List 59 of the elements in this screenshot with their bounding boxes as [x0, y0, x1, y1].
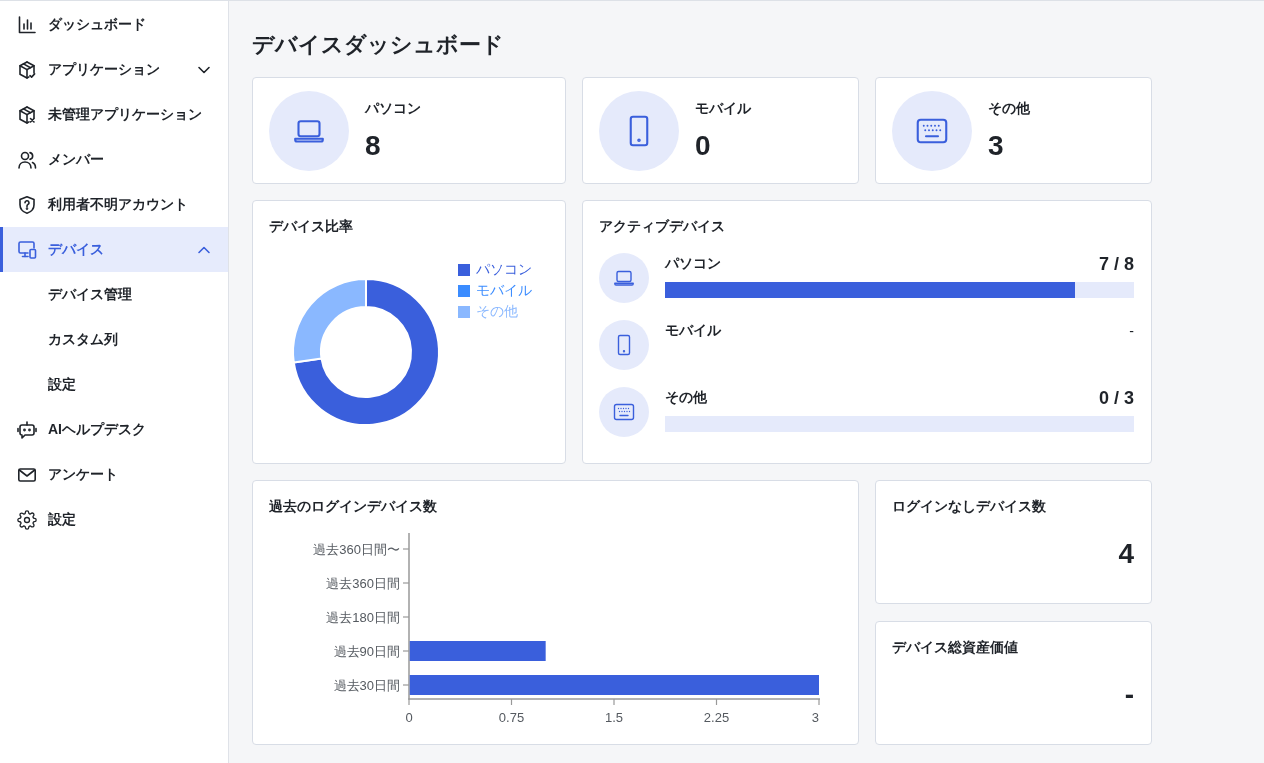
device-label: パソコン: [665, 255, 721, 273]
sidebar-subitem[interactable]: 設定: [0, 362, 228, 407]
tick-label: 2.25: [703, 709, 730, 725]
device-label: モバイル: [665, 322, 721, 340]
sidebar-item[interactable]: アンケート: [0, 452, 228, 497]
card-value: 3: [988, 129, 1005, 163]
tick-label: 3: [811, 709, 819, 725]
page-title: デバイスダッシュボード: [252, 31, 505, 59]
device-label: その他: [665, 389, 707, 407]
bar-chart-icon: [17, 14, 37, 35]
chart-title: デバイス比率: [269, 217, 354, 236]
axis-label: 過去30日間: [333, 677, 400, 693]
card-value: 8: [365, 129, 382, 163]
laptop-icon: [599, 253, 649, 303]
sidebar-item[interactable]: 未管理アプリケーション: [0, 92, 228, 137]
card-title: デバイス総資産価値: [892, 638, 1019, 657]
shield-question-icon: [17, 194, 37, 215]
sidebar-subitem[interactable]: カスタム列: [0, 317, 228, 362]
axis-label: 過去360日間: [326, 575, 400, 591]
sidebar-item[interactable]: デバイス: [0, 227, 228, 272]
sidebar-item[interactable]: アプリケーション: [0, 47, 228, 92]
tick-label: 0: [405, 709, 413, 725]
tablet-icon: [599, 320, 649, 370]
device-reading: 7 / 8: [1098, 253, 1134, 275]
sidebar-item[interactable]: 利用者不明アカウント: [0, 182, 228, 227]
card-value: 0: [695, 129, 712, 163]
card-title: ログインなしデバイス数: [892, 497, 1047, 516]
package-x-icon: [17, 104, 37, 125]
laptop-icon: [269, 90, 349, 171]
device-reading: -: [1129, 323, 1134, 339]
tick-label: 1.5: [604, 709, 624, 725]
stat-value: -: [1123, 678, 1134, 712]
axis-label: 過去180日間: [326, 609, 400, 625]
tablet-icon: [599, 90, 679, 171]
legend-label: その他: [476, 302, 518, 321]
package-check-icon: [17, 59, 37, 80]
device-reading: 0 / 3: [1098, 387, 1134, 409]
card-title: アクティブデバイス: [599, 217, 726, 236]
axis-label: 過去90日間: [333, 643, 400, 659]
settings-icon: [17, 509, 37, 530]
card-label: その他: [988, 99, 1030, 118]
sidebar-item[interactable]: AIヘルプデスク: [0, 407, 228, 452]
sidebar-item[interactable]: ダッシュボード: [0, 2, 228, 47]
card-label: モバイル: [695, 99, 751, 118]
keyboard-icon: [892, 90, 972, 171]
devices-icon: [17, 239, 37, 260]
robot-chat-icon: [17, 419, 37, 440]
axis-label: 過去360日間〜: [313, 541, 400, 557]
sidebar-item[interactable]: 設定: [0, 497, 228, 542]
sidebar-subitem[interactable]: デバイス管理: [0, 272, 228, 317]
legend-label: モバイル: [476, 281, 532, 300]
keyboard-icon: [599, 387, 649, 437]
chart-title: 過去のログインデバイス数: [269, 497, 438, 516]
legend-label: パソコン: [476, 260, 532, 279]
stat-value: 4: [1117, 537, 1134, 571]
sidebar-item[interactable]: メンバー: [0, 137, 228, 182]
card-label: パソコン: [365, 99, 421, 118]
users-icon: [17, 149, 37, 170]
tick-label: 0.75: [498, 709, 525, 725]
